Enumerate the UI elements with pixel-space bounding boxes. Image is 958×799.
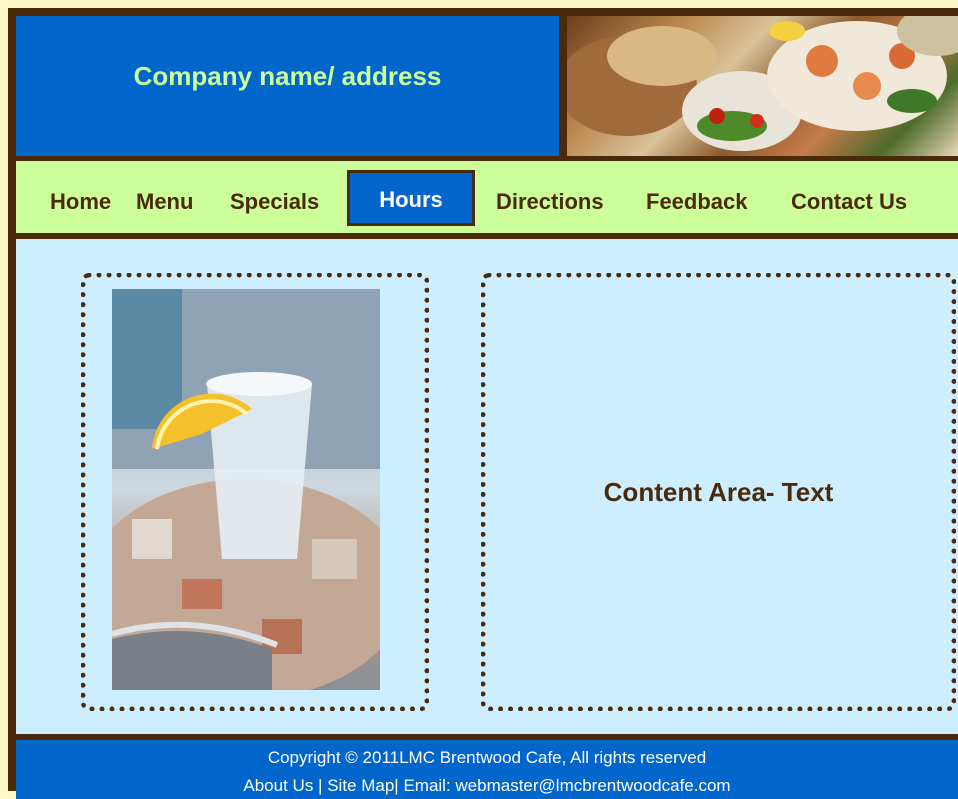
text-content-box: Content Area- Text	[481, 273, 956, 711]
header-food-photo	[567, 16, 958, 156]
page-frame: Company name/ address Home Menu Specials…	[8, 8, 958, 799]
nav-hours-active[interactable]: Hours	[347, 170, 475, 226]
nav-specials[interactable]: Specials	[230, 189, 319, 215]
nav-menu[interactable]: Menu	[136, 189, 193, 215]
company-name: Company name/ address	[133, 60, 442, 91]
copyright-text: Copyright © 2011LMC Brentwood Cafe, All …	[267, 748, 707, 767]
about-us-link[interactable]: About Us	[243, 776, 313, 795]
content-section: Content Area- Text	[16, 239, 958, 734]
nav-hours[interactable]: Hours	[350, 173, 472, 223]
nav-home[interactable]: Home	[50, 189, 111, 215]
nav-contact-us[interactable]: Contact Us	[791, 189, 907, 215]
footer-separator: |	[313, 776, 328, 795]
email-link[interactable]: Email: webmaster@lmcbrentwoodcafe.com	[403, 776, 730, 795]
footer: Copyright © 2011LMC Brentwood Cafe, All …	[16, 740, 958, 799]
water-glass-photo	[112, 289, 380, 690]
header-banner: Company name/ address	[16, 16, 559, 156]
footer-links: About Us | Site Map| Email: webmaster@lm…	[16, 776, 958, 796]
content-area-text: Content Area- Text	[603, 476, 834, 507]
nav-directions[interactable]: Directions	[496, 189, 604, 215]
nav-bar: Home Menu Specials Hours Directions Feed…	[16, 161, 958, 233]
site-map-link[interactable]: Site Map	[327, 776, 394, 795]
nav-feedback[interactable]: Feedback	[646, 189, 748, 215]
